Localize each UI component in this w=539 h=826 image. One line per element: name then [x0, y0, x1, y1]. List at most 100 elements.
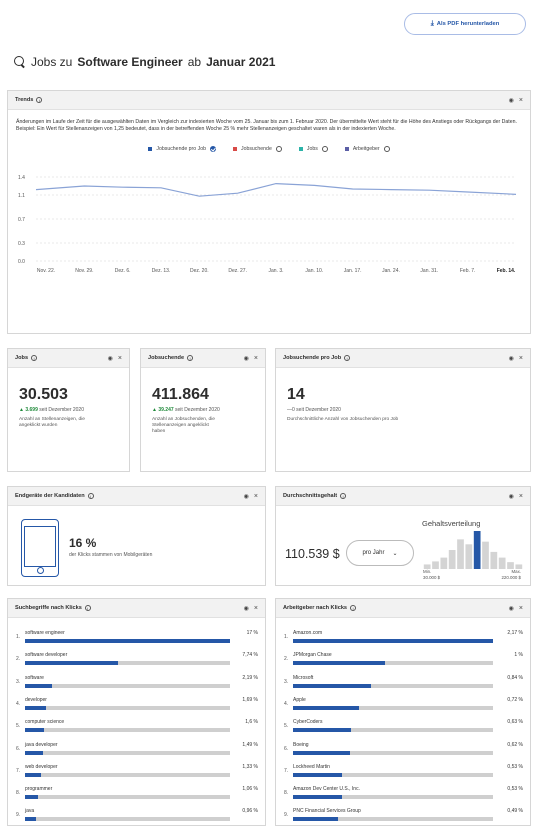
- hide-icon[interactable]: ◉: [244, 355, 249, 362]
- legend-label: Jobs: [306, 145, 318, 152]
- close-icon[interactable]: ×: [519, 493, 523, 500]
- info-icon[interactable]: i: [36, 97, 43, 103]
- close-icon[interactable]: ×: [254, 605, 258, 612]
- radio-icon[interactable]: [321, 145, 328, 152]
- list-item-bar-track: [25, 705, 230, 710]
- close-icon[interactable]: ×: [254, 493, 258, 500]
- list-item[interactable]: 9. PNC Financial Services Group 0,49 %: [276, 807, 530, 826]
- list-item-bar-track: [293, 639, 493, 643]
- list-item[interactable]: 1. software engineer 17 %: [8, 629, 265, 651]
- list-item-label: software engineer: [25, 630, 65, 636]
- legend-item-employers[interactable]: Arbeitgeber: [344, 145, 390, 152]
- list-item-bar-track: [293, 750, 493, 755]
- list-item-label: java: [25, 808, 35, 815]
- list-item[interactable]: 1. Amazon.com 2,17 %: [276, 629, 530, 651]
- hide-icon[interactable]: ◉: [509, 493, 514, 500]
- legend-item-jobseekers[interactable]: Jobsuchende: [232, 145, 282, 152]
- devices-title: Endgeräte der Kandidaten: [15, 493, 85, 499]
- close-icon[interactable]: ×: [519, 355, 523, 362]
- info-icon[interactable]: i: [31, 355, 38, 361]
- list-item-value: 1 %: [514, 652, 523, 659]
- list-item[interactable]: 6. Boeing 0,62 %: [276, 741, 530, 763]
- list-item-bar-fill: [293, 772, 342, 777]
- info-icon[interactable]: i: [187, 355, 194, 361]
- info-icon[interactable]: i: [350, 605, 357, 611]
- list-item-value: 0,84 %: [507, 674, 523, 681]
- list-item-label: computer science: [25, 719, 65, 726]
- list-item-label: Apple: [293, 696, 306, 703]
- list-item-rank: 9.: [16, 812, 21, 819]
- info-icon[interactable]: i: [344, 355, 351, 361]
- hide-icon[interactable]: ◉: [244, 493, 249, 500]
- list-item-label: developer: [25, 696, 47, 703]
- list-item[interactable]: 7. Lockheed Martin 0,53 %: [276, 763, 530, 785]
- histogram-bar: [498, 557, 506, 569]
- salary-period-select[interactable]: pro Jahr ⌄: [346, 540, 414, 566]
- list-item-label: java developer: [25, 741, 58, 748]
- histogram-bar: [490, 551, 498, 569]
- list-item-rank: 2.: [16, 656, 21, 663]
- stat-delta-value: 0: [292, 407, 295, 413]
- list-item-bar-fill: [25, 661, 119, 666]
- salary-card-header: Durchschnittsgehalt i ◉ ×: [276, 487, 530, 506]
- salary-max-value: 220.000 $: [501, 575, 521, 580]
- stat-card-jobseekers-per-job: Jobsuchende pro Job i ◉ × 14 —0 seit Dezem…: [275, 348, 531, 472]
- hide-icon[interactable]: ◉: [108, 355, 113, 362]
- list-item-value: 0,53 %: [507, 763, 523, 770]
- list-item[interactable]: 6. java developer 1,49 %: [8, 741, 265, 763]
- list-item[interactable]: 5. computer science 1,6 %: [8, 718, 265, 740]
- list-item[interactable]: 8. Amazon Dev Center U.S., Inc. 0,53 %: [276, 785, 530, 807]
- close-icon[interactable]: ×: [519, 605, 523, 612]
- list-item-bar-track: [293, 661, 493, 666]
- list-item[interactable]: 4. developer 1,69 %: [8, 696, 265, 718]
- title-mid: ab: [187, 55, 202, 69]
- stat-delta-suffix: seit Dezember 2020: [296, 407, 341, 413]
- download-pdf-button[interactable]: ⤓ Als PDF herunterladen: [404, 13, 526, 35]
- list-item-label: software developer: [25, 652, 68, 659]
- list-item[interactable]: 2. software developer 7,74 %: [8, 651, 265, 673]
- devices-card-header: Endgeräte der Kandidaten i ◉ ×: [8, 487, 265, 506]
- list-item[interactable]: 7. web developer 1,33 %: [8, 763, 265, 785]
- radio-icon[interactable]: [275, 145, 282, 152]
- legend-item-jobs[interactable]: Jobs: [298, 145, 328, 152]
- list-item[interactable]: 2. JPMorgan Chase 1 %: [276, 651, 530, 673]
- info-icon[interactable]: i: [84, 605, 91, 611]
- legend-swatch: [148, 146, 153, 151]
- checked-radio-icon[interactable]: [209, 145, 216, 152]
- radio-icon[interactable]: [383, 145, 390, 152]
- list-item-bar-fill: [25, 772, 41, 777]
- employers-card-header: Arbeitgeber nach Klicks i ◉ ×: [276, 599, 530, 618]
- list-item[interactable]: 3. software 2,19 %: [8, 674, 265, 696]
- trends-card: Trends i ◉ × Änderungen im Laufe der Zeit …: [7, 90, 531, 334]
- close-icon[interactable]: ×: [254, 355, 258, 362]
- legend-swatch: [298, 146, 303, 151]
- list-item-bar-fill: [25, 705, 46, 710]
- list-item-value: 1,06 %: [242, 786, 258, 793]
- hide-icon[interactable]: ◉: [509, 355, 514, 362]
- hide-icon[interactable]: ◉: [509, 97, 514, 104]
- list-item[interactable]: 8. programmer 1,06 %: [8, 785, 265, 807]
- info-icon[interactable]: i: [340, 493, 347, 499]
- list-item-bar-fill: [25, 750, 44, 755]
- list-item-rank: 9.: [284, 812, 289, 819]
- keywords-title: Suchbegriffe nach Klicks: [15, 605, 82, 611]
- hide-icon[interactable]: ◉: [509, 605, 514, 612]
- close-icon[interactable]: ×: [118, 355, 122, 362]
- close-icon[interactable]: ×: [519, 97, 523, 104]
- salary-histogram-title: Gehaltsverteilung: [422, 519, 481, 528]
- info-icon[interactable]: i: [87, 493, 94, 499]
- x-tick-label: Feb. 7.: [460, 268, 476, 274]
- legend-item-jobseekers-per-job[interactable]: Jobsuchende pro Job: [148, 145, 216, 152]
- legend-label: Arbeitgeber: [352, 145, 380, 152]
- list-item[interactable]: 5. CyberCoders 0,63 %: [276, 718, 530, 740]
- y-tick-label: 1.1: [18, 193, 25, 199]
- keywords-card: Suchbegriffe nach Klicks i ◉ × 1. software …: [7, 598, 266, 826]
- list-item-bar-fill: [25, 728, 45, 733]
- stat-description: Anzahl an Jobsuchenden, die Stellenanzei…: [152, 416, 215, 434]
- list-item[interactable]: 9. java 0,96 %: [8, 807, 265, 826]
- x-tick-label: Dez. 20.: [190, 268, 209, 274]
- list-item[interactable]: 3. Microsoft 0,84 %: [276, 674, 530, 696]
- x-tick-label: Jan. 10.: [305, 268, 323, 274]
- list-item[interactable]: 4. Apple 0,72 %: [276, 696, 530, 718]
- hide-icon[interactable]: ◉: [244, 605, 249, 612]
